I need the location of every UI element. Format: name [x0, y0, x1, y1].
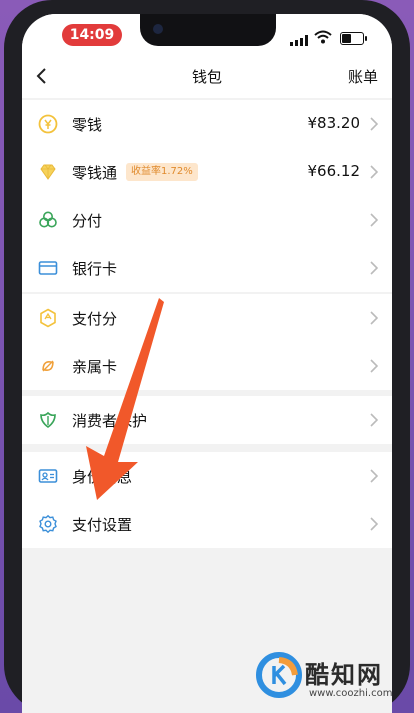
wallet-row-bank-card[interactable]: 银行卡 [22, 244, 392, 292]
wallet-row-change-plus[interactable]: 零钱通 收益率1.72% ¥66.12 [22, 148, 392, 196]
wallet-group-settings: 身份信息 支付设置 [22, 452, 392, 548]
chevron-right-icon [370, 165, 378, 179]
screen: 14:09 钱包 账单 零钱 ¥83.20 零钱通 收益率1.72% ¥66.1… [22, 14, 392, 713]
wallet-row-label: 亲属卡 [72, 358, 118, 376]
wallet-row-label: 支付分 [72, 310, 118, 328]
signal-icon [290, 35, 308, 46]
yield-badge: 收益率1.72% [126, 163, 198, 181]
wallet-row-label: 银行卡 [72, 260, 118, 278]
wallet-row-label: 身份信息 [72, 468, 133, 486]
wallet-row-change[interactable]: 零钱 ¥83.20 [22, 100, 392, 148]
wallet-row-label: 零钱 [72, 116, 103, 134]
wallet-row-family-card[interactable]: 亲属卡 [22, 342, 392, 390]
wallet-row-value: ¥66.12 [307, 162, 361, 180]
watermark-url: www.coozhi.com [309, 688, 393, 699]
id-card-icon [38, 469, 58, 483]
watermark-title: 酷知网 [305, 661, 383, 689]
chevron-right-icon [370, 261, 378, 275]
wallet-row-label: 支付设置 [72, 516, 133, 534]
page-title: 钱包 [191, 68, 222, 86]
chevron-right-icon [370, 517, 378, 531]
chevron-right-icon [370, 359, 378, 373]
chevron-right-icon [370, 117, 378, 131]
wallet-group-funds: 零钱 ¥83.20 零钱通 收益率1.72% ¥66.12 分付 银行卡 [22, 100, 392, 292]
watermark-logo-icon [256, 652, 302, 698]
bank-card-icon [38, 261, 58, 275]
camera-icon [153, 24, 163, 34]
nav-bar: 钱包 账单 [22, 54, 392, 98]
wallet-row-label: 分付 [72, 212, 103, 230]
wallet-row-label: 消费者保护 [72, 412, 148, 430]
status-time: 14:09 [62, 24, 122, 46]
coin-icon [38, 114, 58, 134]
gear-icon [39, 514, 57, 534]
shield-leaf-icon [40, 411, 56, 428]
wallet-group-credit: 支付分 亲属卡 [22, 294, 392, 390]
wallet-row-value: ¥83.20 [307, 114, 361, 132]
wifi-icon [314, 30, 332, 44]
chevron-right-icon [370, 469, 378, 483]
status-bar: 14:09 [22, 14, 392, 54]
wallet-row-pay-settings[interactable]: 支付设置 [22, 500, 392, 548]
battery-icon [340, 32, 367, 45]
wallet-row-pay-score[interactable]: 支付分 [22, 294, 392, 342]
wallet-row-fenfu[interactable]: 分付 [22, 196, 392, 244]
family-card-icon [42, 360, 54, 372]
score-icon [40, 308, 56, 328]
bill-link[interactable]: 账单 [348, 66, 378, 87]
wallet-row-label: 零钱通 [72, 164, 118, 182]
chevron-right-icon [370, 311, 378, 325]
diamond-icon [40, 164, 56, 180]
notch [140, 14, 276, 46]
wallet-row-identity[interactable]: 身份信息 [22, 452, 392, 500]
chevron-right-icon [370, 213, 378, 227]
wallet-row-consumer-protection[interactable]: 消费者保护 [22, 396, 392, 444]
flower-icon [39, 211, 57, 228]
wallet-group-protection: 消费者保护 [22, 396, 392, 444]
chevron-right-icon [370, 413, 378, 427]
